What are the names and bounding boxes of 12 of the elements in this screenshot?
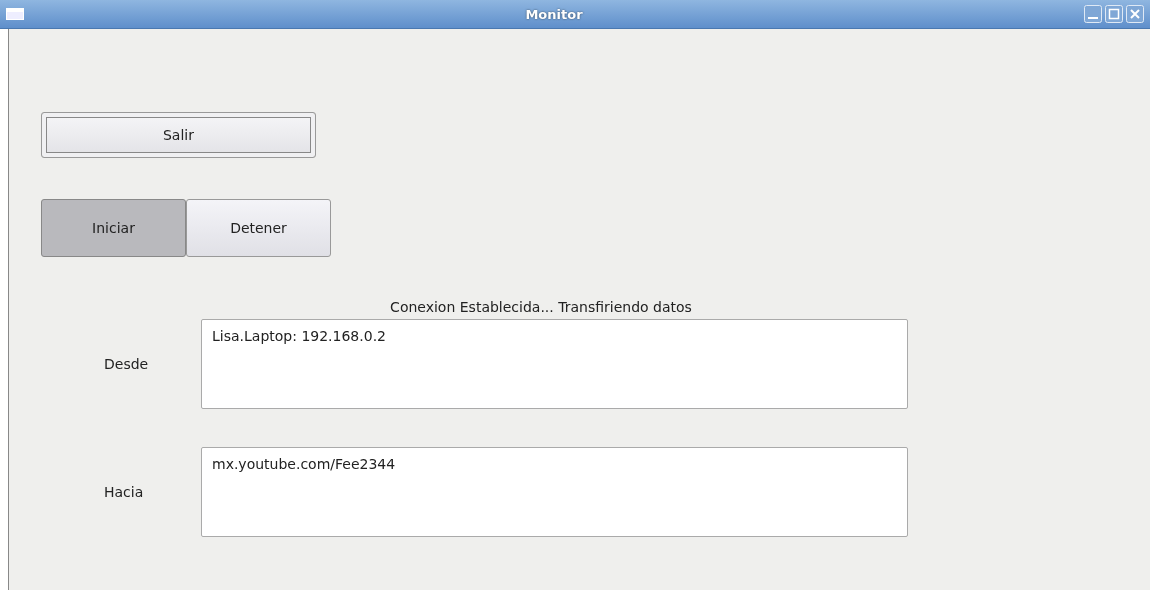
text-field[interactable]: mx.youtube.com/Fee2344 bbox=[201, 447, 908, 537]
exit-button[interactable]: Salir bbox=[41, 112, 316, 158]
text-field[interactable]: Lisa.Laptop: 192.168.0.2 bbox=[201, 319, 908, 409]
close-icon[interactable] bbox=[1126, 5, 1144, 23]
field-label: Desde bbox=[103, 356, 150, 372]
minimize-icon[interactable] bbox=[1084, 5, 1102, 23]
toggle-button[interactable]: Detener bbox=[186, 199, 331, 257]
toggle-button[interactable]: Iniciar bbox=[41, 199, 186, 257]
status-text: Conexion Establecida... Transfiriendo datos bbox=[389, 299, 693, 315]
maximize-icon[interactable] bbox=[1105, 5, 1123, 23]
field-label: Hacia bbox=[103, 484, 145, 500]
window-title: Monitor bbox=[524, 6, 584, 22]
